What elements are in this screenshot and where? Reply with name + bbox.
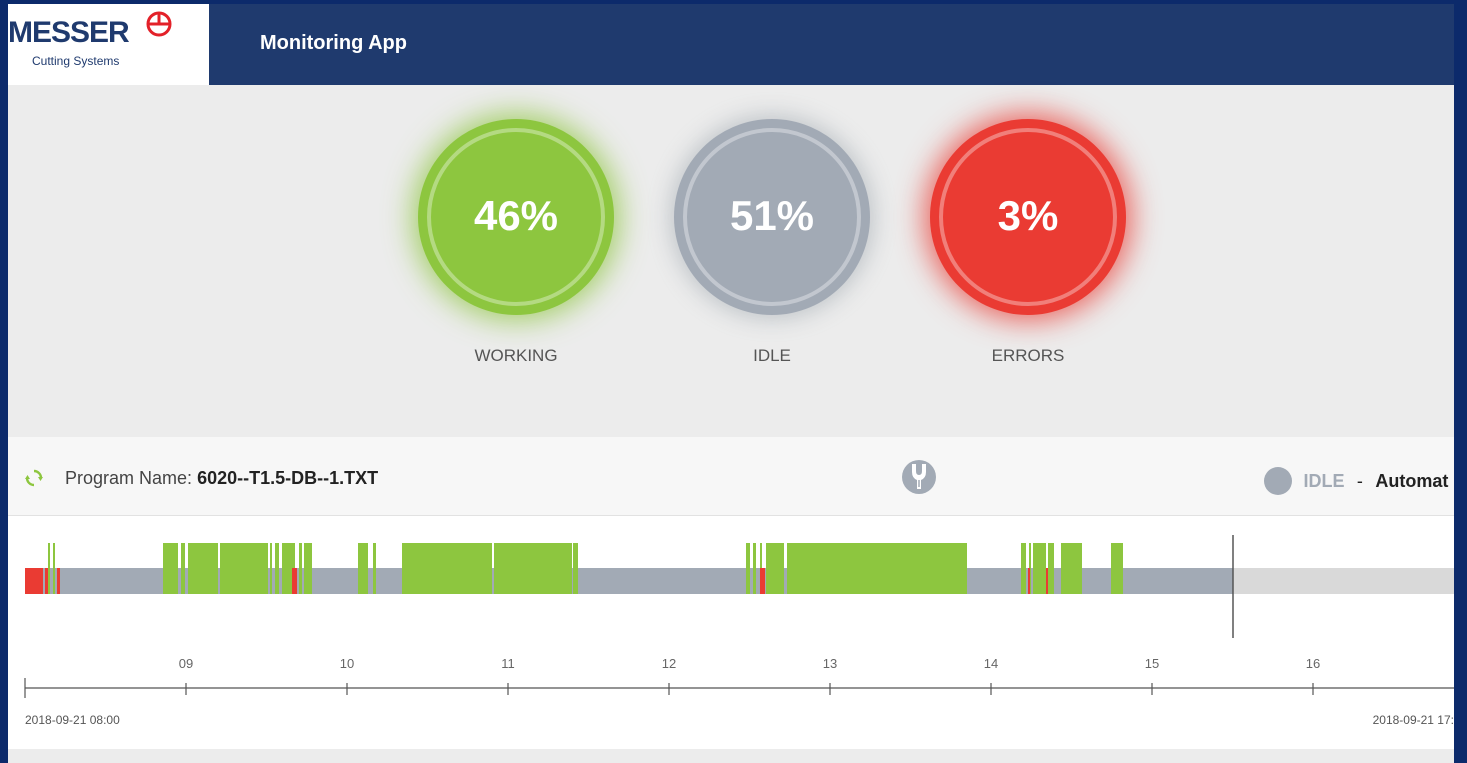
timeline-working-segment [220, 543, 268, 594]
timeline-error-segment [1028, 568, 1030, 594]
timeline-working-segment [753, 543, 756, 594]
status-mode: Automat [1375, 471, 1449, 491]
timeline-working-segment [299, 543, 302, 594]
timeline-working-segment [570, 543, 572, 594]
timeline-future-track [1233, 568, 1454, 594]
logo-subtitle: Cutting Systems [32, 54, 120, 68]
timeline-error-segment [25, 568, 43, 594]
timeline-working-segment [53, 543, 55, 594]
status-separator: - [1356, 471, 1363, 491]
refresh-icon[interactable] [24, 468, 44, 488]
logo-emblem-icon [146, 11, 172, 37]
working-label: WORKING [474, 346, 558, 365]
timeline-start-label: 2018-09-21 08:00 [25, 713, 120, 727]
timeline-working-segment [181, 543, 185, 594]
timeline-working-segment [496, 543, 570, 594]
machine-status: IDLE - Automat [1264, 467, 1448, 495]
timeline-working-segment [766, 543, 784, 594]
timeline-working-segment [494, 543, 496, 594]
idle-label: IDLE [753, 346, 791, 365]
app-header: MESSER Cutting Systems Monitoring App [8, 4, 1454, 85]
hour-tick-label: 10 [340, 656, 354, 671]
timeline-working-segment [1111, 543, 1123, 594]
machine-panel: Program Name: 6020--T1.5-DB--1.TXT IDLE … [8, 437, 1454, 749]
timeline-working-segment [373, 543, 376, 594]
timeline-working-segment [1048, 543, 1054, 594]
program-name-text: Program Name: 6020--T1.5-DB--1.TXT [65, 469, 378, 487]
timeline-working-segment [304, 543, 312, 594]
program-name-label: Program Name: [65, 468, 193, 488]
hour-tick-label: 15 [1145, 656, 1159, 671]
timeline-error-segment [1046, 568, 1048, 594]
timeline-working-segment [787, 543, 967, 594]
hour-tick-label: 09 [179, 656, 193, 671]
working-percentage-circle: 46% [418, 119, 614, 315]
timeline-working-segment [270, 543, 272, 594]
timeline-error-segment [57, 568, 60, 594]
hour-tick-label: 12 [662, 656, 676, 671]
torch-tool-icon[interactable] [901, 459, 937, 495]
timeline-working-segment [358, 543, 368, 594]
hour-tick-label: 11 [501, 656, 515, 671]
app-title: Monitoring App [260, 32, 407, 54]
program-name-value: 6020--T1.5-DB--1.TXT [197, 468, 379, 488]
logo-wordmark: MESSER [8, 16, 130, 49]
timeline-error-segment [292, 568, 297, 594]
idle-percentage-circle: 51% [674, 119, 870, 315]
hour-tick-label: 13 [823, 656, 837, 671]
messer-logo[interactable]: MESSER Cutting Systems [8, 4, 209, 85]
timeline-working-segment [1033, 543, 1046, 594]
errors-percentage-circle: 3% [930, 119, 1126, 315]
program-bar: Program Name: 6020--T1.5-DB--1.TXT IDLE … [8, 437, 1454, 516]
idle-percentage-value: 51% [729, 192, 815, 239]
timeline-end-label: 2018-09-21 17: [1373, 713, 1454, 727]
app-window: MESSER Cutting Systems Monitoring App 46… [8, 4, 1454, 763]
errors-label: ERRORS [991, 346, 1065, 365]
timeline-error-segment [45, 568, 48, 594]
errors-percentage-value: 3% [997, 192, 1059, 239]
timeline-working-segment [1061, 543, 1082, 594]
timeline-working-segment [573, 543, 578, 594]
timeline-working-segment [48, 543, 50, 594]
timeline-working-segment [163, 543, 178, 594]
timeline-working-segment [275, 543, 279, 594]
timeline-error-segment [760, 568, 765, 594]
status-state: IDLE [1303, 471, 1345, 491]
activity-timeline[interactable]: 09 10 11 12 13 14 15 16 2018-09-21 08:00 2018-0… [8, 515, 1454, 749]
working-percentage-value: 46% [473, 192, 559, 239]
timeline-working-segment [1021, 543, 1026, 594]
hour-tick-label: 14 [984, 656, 998, 671]
timeline-working-segment [188, 543, 218, 594]
status-dot-icon [1264, 467, 1292, 495]
timeline-working-segment [746, 543, 750, 594]
timeline-working-segment [402, 543, 492, 594]
hour-tick-label: 16 [1306, 656, 1320, 671]
